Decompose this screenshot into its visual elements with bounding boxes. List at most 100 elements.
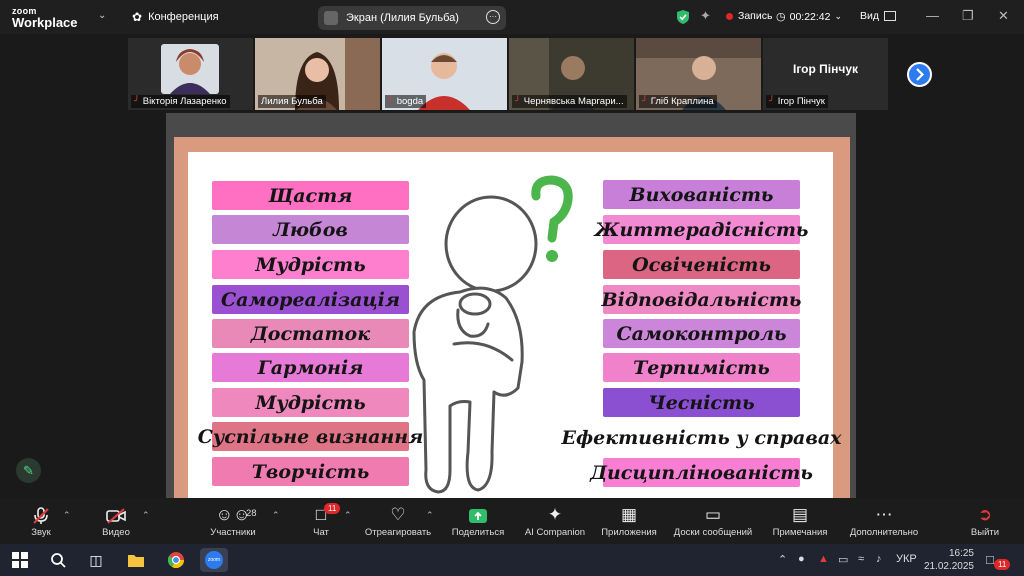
chevron-up-icon[interactable]: ⌃ <box>778 553 787 566</box>
meeting-timer[interactable]: ◷ 00:22:42 ⌄ <box>776 10 842 24</box>
muted-mic-icon: ╯ <box>769 96 775 107</box>
restore-icon[interactable]: ❐ <box>962 8 974 24</box>
participants-button[interactable]: ☺☺ Участники <box>204 498 262 544</box>
value-word-left: Гармонія <box>212 353 409 382</box>
ai-label: AI Companion <box>524 526 586 538</box>
chevron-up-icon[interactable]: ⌃ <box>426 510 434 521</box>
leave-meeting-button[interactable]: ➲ Выйти <box>966 498 1004 544</box>
participant-strip: ╯ Вікторія Лазаренко Лилия Бульба ╯ bogda … <box>128 38 888 110</box>
grid-icon <box>884 11 896 21</box>
volume-icon[interactable]: ♪ <box>876 553 882 565</box>
file-explorer-button[interactable] <box>122 548 150 572</box>
chrome-button[interactable] <box>162 548 190 572</box>
participant-name: ╯ Чернявська Маргари... <box>512 95 627 108</box>
screen-share-pill[interactable]: Экран (Лилия Бульба) ··· <box>318 6 506 30</box>
value-word-right: Терпимість <box>603 353 800 382</box>
more-icon: ⋯ <box>875 504 893 524</box>
clock-icon: ◷ <box>776 11 786 23</box>
participant-tile[interactable]: ╯ Вікторія Лазаренко <box>128 38 253 110</box>
whiteboard-icon: ▭ <box>704 504 722 524</box>
app-tray-icon[interactable]: ▲ <box>818 553 829 565</box>
muted-mic-icon: ╯ <box>388 96 394 107</box>
clock-time: 16:25 <box>948 548 974 559</box>
chevron-up-icon[interactable]: ⌃ <box>63 510 71 521</box>
chevron-up-icon[interactable]: ⌃ <box>344 510 352 521</box>
notes-label: Примечания <box>772 526 828 538</box>
view-button[interactable]: Вид <box>860 10 896 22</box>
audio-button[interactable]: Звук <box>20 498 62 544</box>
value-word-right: Чесність <box>603 388 800 417</box>
chevron-up-icon[interactable]: ⌃ <box>272 510 280 521</box>
value-word-left: Щастя <box>212 181 409 210</box>
chevron-up-icon[interactable]: ⌃ <box>142 510 150 521</box>
value-word-right: Вихованість <box>603 180 800 209</box>
video-button[interactable]: Видео <box>94 498 138 544</box>
participant-tile[interactable]: ╯ Чернявська Маргари... <box>509 38 634 110</box>
share-label: Поделиться <box>451 526 505 538</box>
title-bar: zoom Workplace ⌄ ✿ Конференция Экран (Ли… <box>0 0 1024 34</box>
microphone-tray-icon[interactable]: ● <box>798 553 805 565</box>
paw-icon: ✿ <box>132 10 143 24</box>
notes-button[interactable]: ▤ Примечания <box>768 498 832 544</box>
logo-line2: Workplace <box>12 15 78 30</box>
more-options-icon[interactable]: ··· <box>486 10 500 24</box>
notification-icon: □ <box>986 552 994 567</box>
muted-mic-icon: ╯ <box>642 96 648 107</box>
camera-off-icon <box>106 507 126 524</box>
react-button[interactable]: ♡ Отреагировать <box>362 498 434 544</box>
sparkle-icon[interactable]: ✦ <box>700 8 711 24</box>
wifi-icon[interactable]: ≈ <box>858 553 864 565</box>
participant-name: ╯ bogda <box>385 95 427 108</box>
value-word-right: Ефективність у справах <box>562 423 841 452</box>
apps-grid-icon: ▦ <box>620 504 638 524</box>
value-word-left: Мудрість <box>212 388 409 417</box>
clock[interactable]: 16:25 21.02.2025 <box>920 547 974 573</box>
ai-companion-button[interactable]: ✦ AI Companion <box>522 498 588 544</box>
participant-tile[interactable]: Ігор Пінчук ╯ Ігор Пінчук <box>763 38 888 110</box>
conference-info-button[interactable]: ✿ Конференция <box>132 10 219 24</box>
chat-label: Чат <box>313 526 329 538</box>
microphone-muted-icon <box>33 506 49 524</box>
share-screen-button[interactable]: Поделиться <box>448 498 508 544</box>
more-label: Дополнительно <box>849 526 919 538</box>
value-word-right: Життерадісність <box>595 215 808 244</box>
apps-button[interactable]: ▦ Приложения <box>598 498 660 544</box>
chevron-down-icon[interactable]: ⌄ <box>98 10 106 21</box>
value-word-left: Творчість <box>212 457 409 486</box>
next-page-button[interactable] <box>907 62 932 87</box>
clock-date: 21.02.2025 <box>923 561 974 572</box>
boards-label: Доски сообщений <box>673 526 753 538</box>
zoom-taskbar-button[interactable]: zoom <box>200 548 228 572</box>
meeting-toolbar: Звук ⌃ Видео ⌃ ☺☺ Участники 28 ⌃ □ Чат 1… <box>0 498 1024 544</box>
exit-door-icon: ➲ <box>977 504 993 524</box>
chevron-right-icon <box>916 68 925 81</box>
task-view-button[interactable]: ◫ <box>82 548 110 572</box>
more-button[interactable]: ⋯ Дополнительно <box>844 498 924 544</box>
audio-label: Звук <box>31 526 51 538</box>
battery-icon[interactable]: ▭ <box>838 553 848 566</box>
windows-start-button[interactable] <box>6 548 34 572</box>
record-dot-icon <box>726 12 733 20</box>
notification-count-badge: 11 <box>994 559 1011 570</box>
video-label: Видео <box>102 526 130 538</box>
screen-share-label: Экран (Лилия Бульба) <box>346 12 459 24</box>
chrome-icon <box>167 552 185 569</box>
value-word-left: Мудрість <box>212 250 409 279</box>
participant-tile[interactable]: ╯ Гліб Краплина <box>636 38 761 110</box>
close-icon[interactable]: ✕ <box>998 8 1009 24</box>
minimize-icon[interactable]: — <box>926 8 939 23</box>
input-language[interactable]: УКР <box>896 553 917 565</box>
shield-icon[interactable] <box>676 9 690 25</box>
view-label: Вид <box>860 10 879 22</box>
conference-label: Конференция <box>148 11 219 23</box>
share-screen-icon <box>469 508 487 523</box>
search-taskbar-button[interactable] <box>44 548 72 572</box>
notification-center-button[interactable]: □ 11 <box>986 551 1011 570</box>
whiteboards-button[interactable]: ▭ Доски сообщений <box>670 498 756 544</box>
leave-label: Выйти <box>970 526 1000 538</box>
annotate-pencil-button[interactable]: ✎ <box>16 458 41 483</box>
participant-tile[interactable]: ╯ bogda <box>382 38 507 110</box>
participant-tile-active-speaker[interactable]: Лилия Бульба <box>255 38 380 110</box>
recording-indicator[interactable]: Запись <box>726 10 772 22</box>
zoom-app-icon: zoom <box>205 551 223 569</box>
